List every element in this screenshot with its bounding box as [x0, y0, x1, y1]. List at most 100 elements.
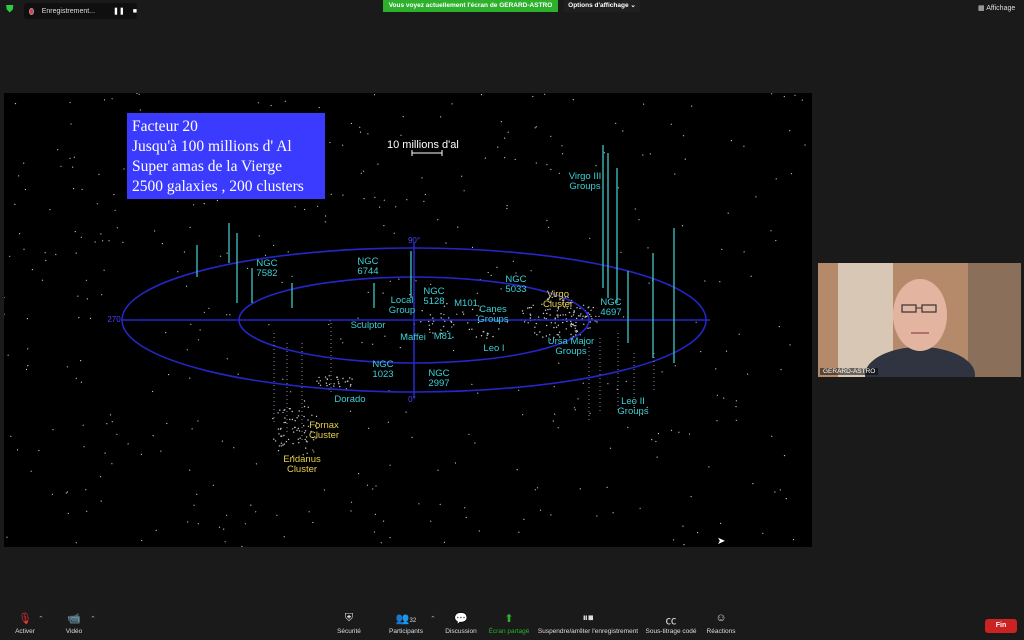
recording-control-button[interactable]: ⏸⏹ Suspendre/arrêter l'enregistrement [536, 612, 640, 635]
galaxy-dot [715, 368, 717, 370]
galaxy-dot [374, 513, 376, 515]
galaxy-dot [279, 409, 281, 411]
galaxy-dot [606, 486, 608, 488]
galaxy-dot [755, 196, 757, 198]
label-ngc5033: NGC 5033 [505, 274, 527, 295]
galaxy-dot [719, 281, 721, 283]
galaxy-dot [592, 306, 594, 309]
video-options-chevron[interactable]: ⌃ [90, 615, 96, 623]
security-button[interactable]: ⛨ Sécurité [333, 612, 365, 635]
galaxy-dot [72, 166, 74, 168]
galaxy-dot [574, 409, 576, 411]
mute-button[interactable]: 🎙 Activer [10, 612, 40, 635]
galaxy-dot [350, 501, 353, 503]
galaxy-dot [634, 208, 636, 210]
galaxy-dot [778, 326, 780, 328]
galaxy-dot [464, 507, 466, 509]
galaxy-dot [532, 95, 534, 98]
galaxy-dot [122, 241, 124, 243]
view-button[interactable]: ▦ Affichage [978, 4, 1015, 12]
galaxy-dot [651, 439, 653, 441]
galaxy-dot [186, 349, 188, 351]
galaxy-dot [108, 240, 110, 242]
galaxy-dot [598, 315, 600, 317]
galaxy-dot [595, 315, 597, 317]
participants-button[interactable]: 👥32 Participants [385, 612, 427, 635]
chat-button[interactable]: 💬 Discussion [444, 612, 478, 635]
stop-recording-button[interactable]: ■ [133, 8, 137, 15]
reactions-button[interactable]: ☺ Réactions [704, 612, 738, 635]
galaxy-dot [4, 313, 5, 315]
galaxy-dot [247, 267, 249, 269]
galaxy-dot [316, 380, 318, 382]
pause-recording-button[interactable]: ❚❚ [113, 7, 125, 15]
scale-label: 10 millions d'al [387, 139, 459, 151]
galaxy-dot [100, 233, 102, 235]
galaxy-dot [681, 225, 684, 227]
label-local-group: Local Group [388, 295, 416, 316]
galaxy-dot [542, 312, 545, 315]
captions-button[interactable]: ㏄ Sous-titrage codé [644, 612, 698, 635]
galaxy-dot [570, 333, 572, 336]
galaxy-dot [542, 336, 544, 338]
galaxy-dot [529, 317, 531, 319]
galaxy-dot [293, 431, 295, 433]
galaxy-dot [562, 321, 564, 324]
galaxy-dot [280, 445, 282, 447]
label-eridanus: Eridanus Cluster [283, 454, 321, 475]
galaxy-dot [257, 102, 259, 104]
galaxy-dot [338, 383, 340, 385]
galaxy-dot [303, 405, 306, 408]
galaxy-dot [506, 205, 508, 207]
view-options-button[interactable]: Options d'affichage ⌄ [564, 0, 640, 12]
galaxy-dot [82, 424, 84, 426]
galaxy-dot [617, 187, 620, 189]
galaxy-dot [160, 450, 162, 452]
share-screen-button[interactable]: ⬆ Écran partagé [487, 612, 531, 635]
angle-90-label: 90° [407, 236, 421, 245]
galaxy-dot [306, 441, 308, 443]
end-meeting-button[interactable]: Fin [985, 619, 1017, 633]
galaxy-dot [553, 326, 555, 329]
participants-chevron[interactable]: ⌃ [430, 615, 436, 623]
galaxy-dot [570, 325, 572, 328]
galaxy-dot [468, 433, 470, 435]
video-button[interactable]: 📹 Vidéo [60, 612, 88, 635]
galaxy-dot [448, 317, 450, 319]
label-m101: M101 [454, 298, 478, 309]
galaxy-dot [383, 199, 385, 201]
galaxy-dot [6, 536, 8, 538]
audio-options-chevron[interactable]: ⌃ [38, 615, 44, 623]
galaxy-dot [280, 442, 283, 444]
galaxy-dot [559, 314, 562, 316]
participant-name: GERARD-ASTRO [820, 368, 879, 375]
galaxy-dot [534, 332, 536, 334]
galaxy-dot [557, 427, 559, 429]
galaxy-dot [103, 269, 105, 271]
galaxy-dot [278, 445, 281, 447]
galaxy-dot [536, 487, 539, 489]
galaxy-dot [504, 157, 506, 159]
galaxy-dot [224, 541, 226, 543]
galaxy-dot [507, 131, 509, 133]
galaxy-dot [329, 141, 331, 144]
galaxy-dot [566, 320, 568, 323]
galaxy-dot [237, 373, 239, 375]
galaxy-dot [480, 94, 483, 96]
galaxy-dot [80, 360, 82, 362]
galaxy-dot [38, 449, 40, 452]
galaxy-dot [96, 203, 98, 205]
participant-video[interactable] [818, 263, 1021, 377]
galaxy-dot [774, 491, 776, 493]
galaxy-dot [368, 427, 370, 429]
galaxy-dot [545, 318, 547, 320]
galaxy-dot [576, 307, 578, 309]
galaxy-dot [487, 271, 489, 274]
galaxy-dot [623, 316, 625, 318]
galaxy-dot [462, 311, 464, 313]
shield-icon[interactable]: ⛊ [6, 5, 15, 15]
galaxy-dot [400, 134, 402, 136]
label-sculptor: Sculptor [350, 320, 386, 331]
participant-avatar [818, 263, 1021, 377]
galaxy-dot [574, 330, 576, 332]
